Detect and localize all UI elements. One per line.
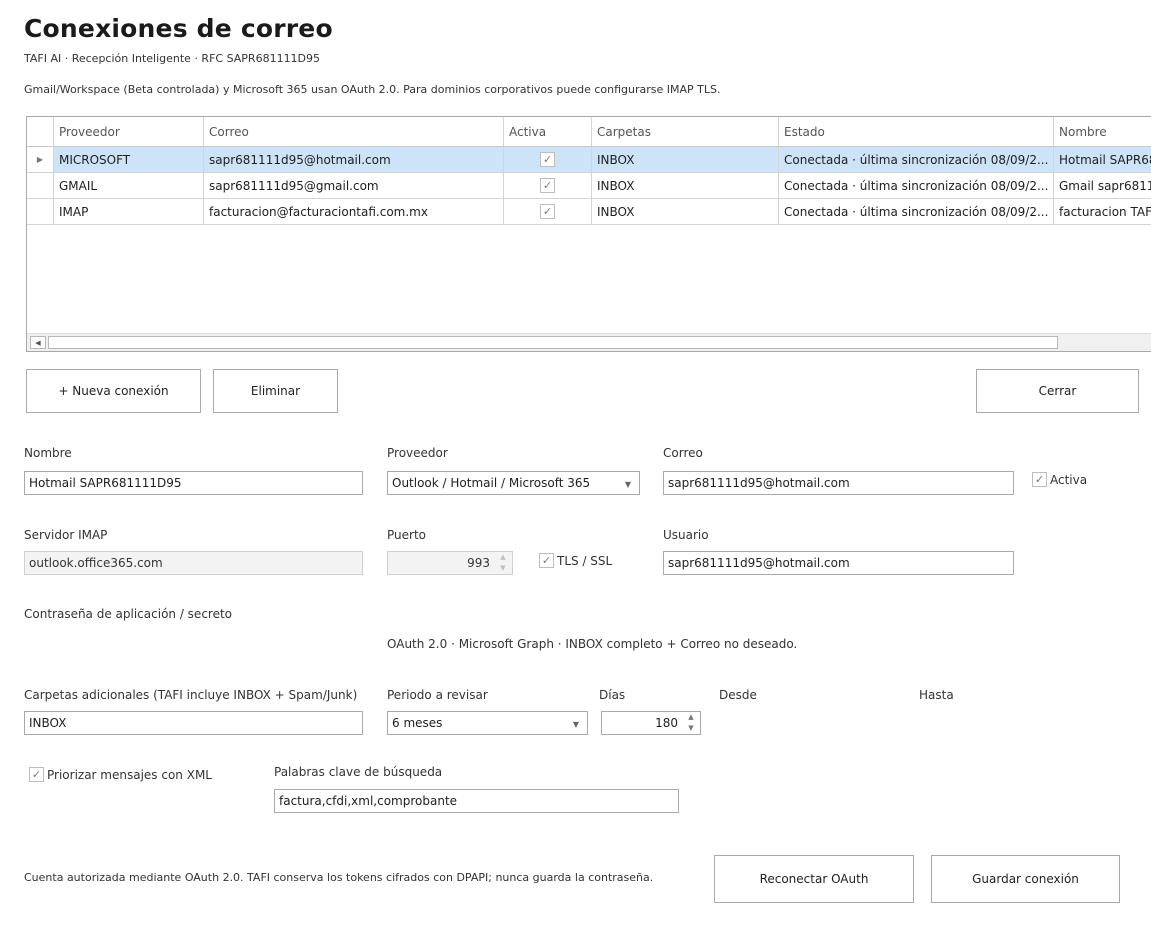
cell-estado[interactable]: Conectada · última sincronización 08/09/… [779, 173, 1054, 199]
cell-proveedor[interactable]: IMAP [54, 199, 204, 225]
cell-estado[interactable]: Conectada · última sincronización 08/09/… [779, 199, 1054, 225]
puerto-stepper[interactable]: 993 ▲ ▼ [387, 551, 513, 575]
password-label: Contraseña de aplicación / secreto [24, 607, 233, 621]
chevron-down-icon[interactable]: ▼ [573, 720, 579, 729]
puerto-value: 993 [467, 556, 490, 570]
cell-correo[interactable]: sapr681111d95@hotmail.com [204, 147, 504, 173]
keywords-label: Palabras clave de búsqueda [274, 765, 443, 779]
cell-correo[interactable]: facturacion@facturaciontafi.com.mx [204, 199, 504, 225]
cell-nombre[interactable]: facturacion TAF [1054, 199, 1151, 225]
nombre-field[interactable]: Hotmail SAPR681111D95 [24, 471, 363, 495]
scroll-left-icon[interactable]: ◀ [30, 336, 46, 349]
correo-field[interactable]: sapr681111d95@hotmail.com [663, 471, 1014, 495]
hasta-label: Hasta [919, 688, 954, 702]
check-icon[interactable]: ✓ [29, 767, 44, 782]
footer-note: Cuenta autorizada mediante OAuth 2.0. TA… [24, 871, 654, 884]
row-header [27, 173, 54, 199]
spin-arrows-icon[interactable]: ▲ ▼ [686, 714, 696, 732]
usuario-label: Usuario [663, 528, 709, 542]
nombre-label: Nombre [24, 446, 72, 460]
carpetas-label: Carpetas adicionales (TAFI incluye INBOX… [24, 688, 358, 702]
connections-grid[interactable]: Proveedor Correo Activa Carpetas Estado … [26, 116, 1151, 352]
row-pointer-icon: ▶ [27, 147, 54, 173]
grid-header-row: Proveedor Correo Activa Carpetas Estado … [27, 117, 1151, 147]
column-header-carpetas[interactable]: Carpetas [592, 117, 779, 146]
check-icon[interactable]: ✓ [1032, 472, 1047, 487]
cell-estado[interactable]: Conectada · última sincronización 08/09/… [779, 147, 1054, 173]
cell-activa[interactable]: ✓ [504, 147, 592, 173]
cell-carpetas[interactable]: INBOX [592, 147, 779, 173]
proveedor-label: Proveedor [387, 446, 448, 460]
tls-checkbox[interactable]: ✓ TLS / SSL [539, 553, 612, 568]
usuario-field[interactable]: sapr681111d95@hotmail.com [663, 551, 1014, 575]
puerto-label: Puerto [387, 528, 426, 542]
column-header-estado[interactable]: Estado [779, 117, 1054, 146]
cell-carpetas[interactable]: INBOX [592, 199, 779, 225]
cell-proveedor[interactable]: MICROSOFT [54, 147, 204, 173]
priorizar-checkbox[interactable]: ✓ Priorizar mensajes con XML [29, 767, 212, 782]
page-title: Conexiones de correo [24, 14, 333, 43]
activa-checkbox[interactable]: ✓ Activa [1032, 472, 1087, 487]
row-header [27, 199, 54, 225]
table-row[interactable]: GMAIL sapr681111d95@gmail.com ✓ INBOX Co… [27, 173, 1151, 199]
close-button[interactable]: Cerrar [976, 369, 1139, 413]
periodo-select[interactable]: 6 meses ▼ [387, 711, 588, 735]
check-icon[interactable]: ✓ [540, 178, 555, 193]
column-header-correo[interactable]: Correo [204, 117, 504, 146]
table-row[interactable]: ▶ MICROSOFT sapr681111d95@hotmail.com ✓ … [27, 147, 1151, 173]
cell-correo[interactable]: sapr681111d95@gmail.com [204, 173, 504, 199]
delete-button[interactable]: Eliminar [213, 369, 338, 413]
cell-proveedor[interactable]: GMAIL [54, 173, 204, 199]
activa-label: Activa [1050, 472, 1088, 487]
column-header-proveedor[interactable]: Proveedor [54, 117, 204, 146]
horizontal-scrollbar[interactable]: ◀ [27, 333, 1151, 351]
oauth-note: OAuth 2.0 · Microsoft Graph · INBOX comp… [387, 637, 798, 651]
periodo-label: Periodo a revisar [387, 688, 488, 702]
save-connection-button[interactable]: Guardar conexión [931, 855, 1120, 903]
dias-label: Días [599, 688, 626, 702]
cell-nombre[interactable]: Gmail sapr6811 [1054, 173, 1151, 199]
keywords-field[interactable]: factura,cfdi,xml,comprobante [274, 789, 679, 813]
cell-activa[interactable]: ✓ [504, 173, 592, 199]
servidor-field[interactable]: outlook.office365.com [24, 551, 363, 575]
proveedor-value: Outlook / Hotmail / Microsoft 365 [392, 476, 591, 490]
grid-corner [27, 117, 54, 147]
new-connection-button[interactable]: + Nueva conexión [26, 369, 201, 413]
cell-nombre[interactable]: Hotmail SAPR68 [1054, 147, 1151, 173]
desde-label: Desde [719, 688, 757, 702]
proveedor-select[interactable]: Outlook / Hotmail / Microsoft 365 ▼ [387, 471, 640, 495]
cell-activa[interactable]: ✓ [504, 199, 592, 225]
scrollbar-thumb[interactable] [48, 336, 1058, 349]
tls-label: TLS / SSL [557, 553, 613, 568]
dias-stepper[interactable]: 180 ▲ ▼ [601, 711, 701, 735]
reconnect-oauth-button[interactable]: Reconectar OAuth [714, 855, 914, 903]
cell-carpetas[interactable]: INBOX [592, 173, 779, 199]
priorizar-label: Priorizar mensajes con XML [47, 767, 212, 782]
periodo-value: 6 meses [392, 716, 443, 730]
column-header-nombre[interactable]: Nombre [1054, 117, 1151, 146]
spin-arrows-icon[interactable]: ▲ ▼ [498, 554, 508, 572]
dias-value: 180 [655, 716, 678, 730]
info-text: Gmail/Workspace (Beta controlada) y Micr… [24, 83, 721, 96]
correo-label: Correo [663, 446, 703, 460]
carpetas-field[interactable]: INBOX [24, 711, 363, 735]
check-icon[interactable]: ✓ [540, 204, 555, 219]
servidor-label: Servidor IMAP [24, 528, 108, 542]
chevron-down-icon[interactable]: ▼ [625, 480, 631, 489]
check-icon[interactable]: ✓ [539, 553, 554, 568]
page-subtitle: TAFI AI · Recepción Inteligente · RFC SA… [24, 52, 321, 65]
column-header-activa[interactable]: Activa [504, 117, 592, 146]
table-row[interactable]: IMAP facturacion@facturaciontafi.com.mx … [27, 199, 1151, 225]
check-icon[interactable]: ✓ [540, 152, 555, 167]
